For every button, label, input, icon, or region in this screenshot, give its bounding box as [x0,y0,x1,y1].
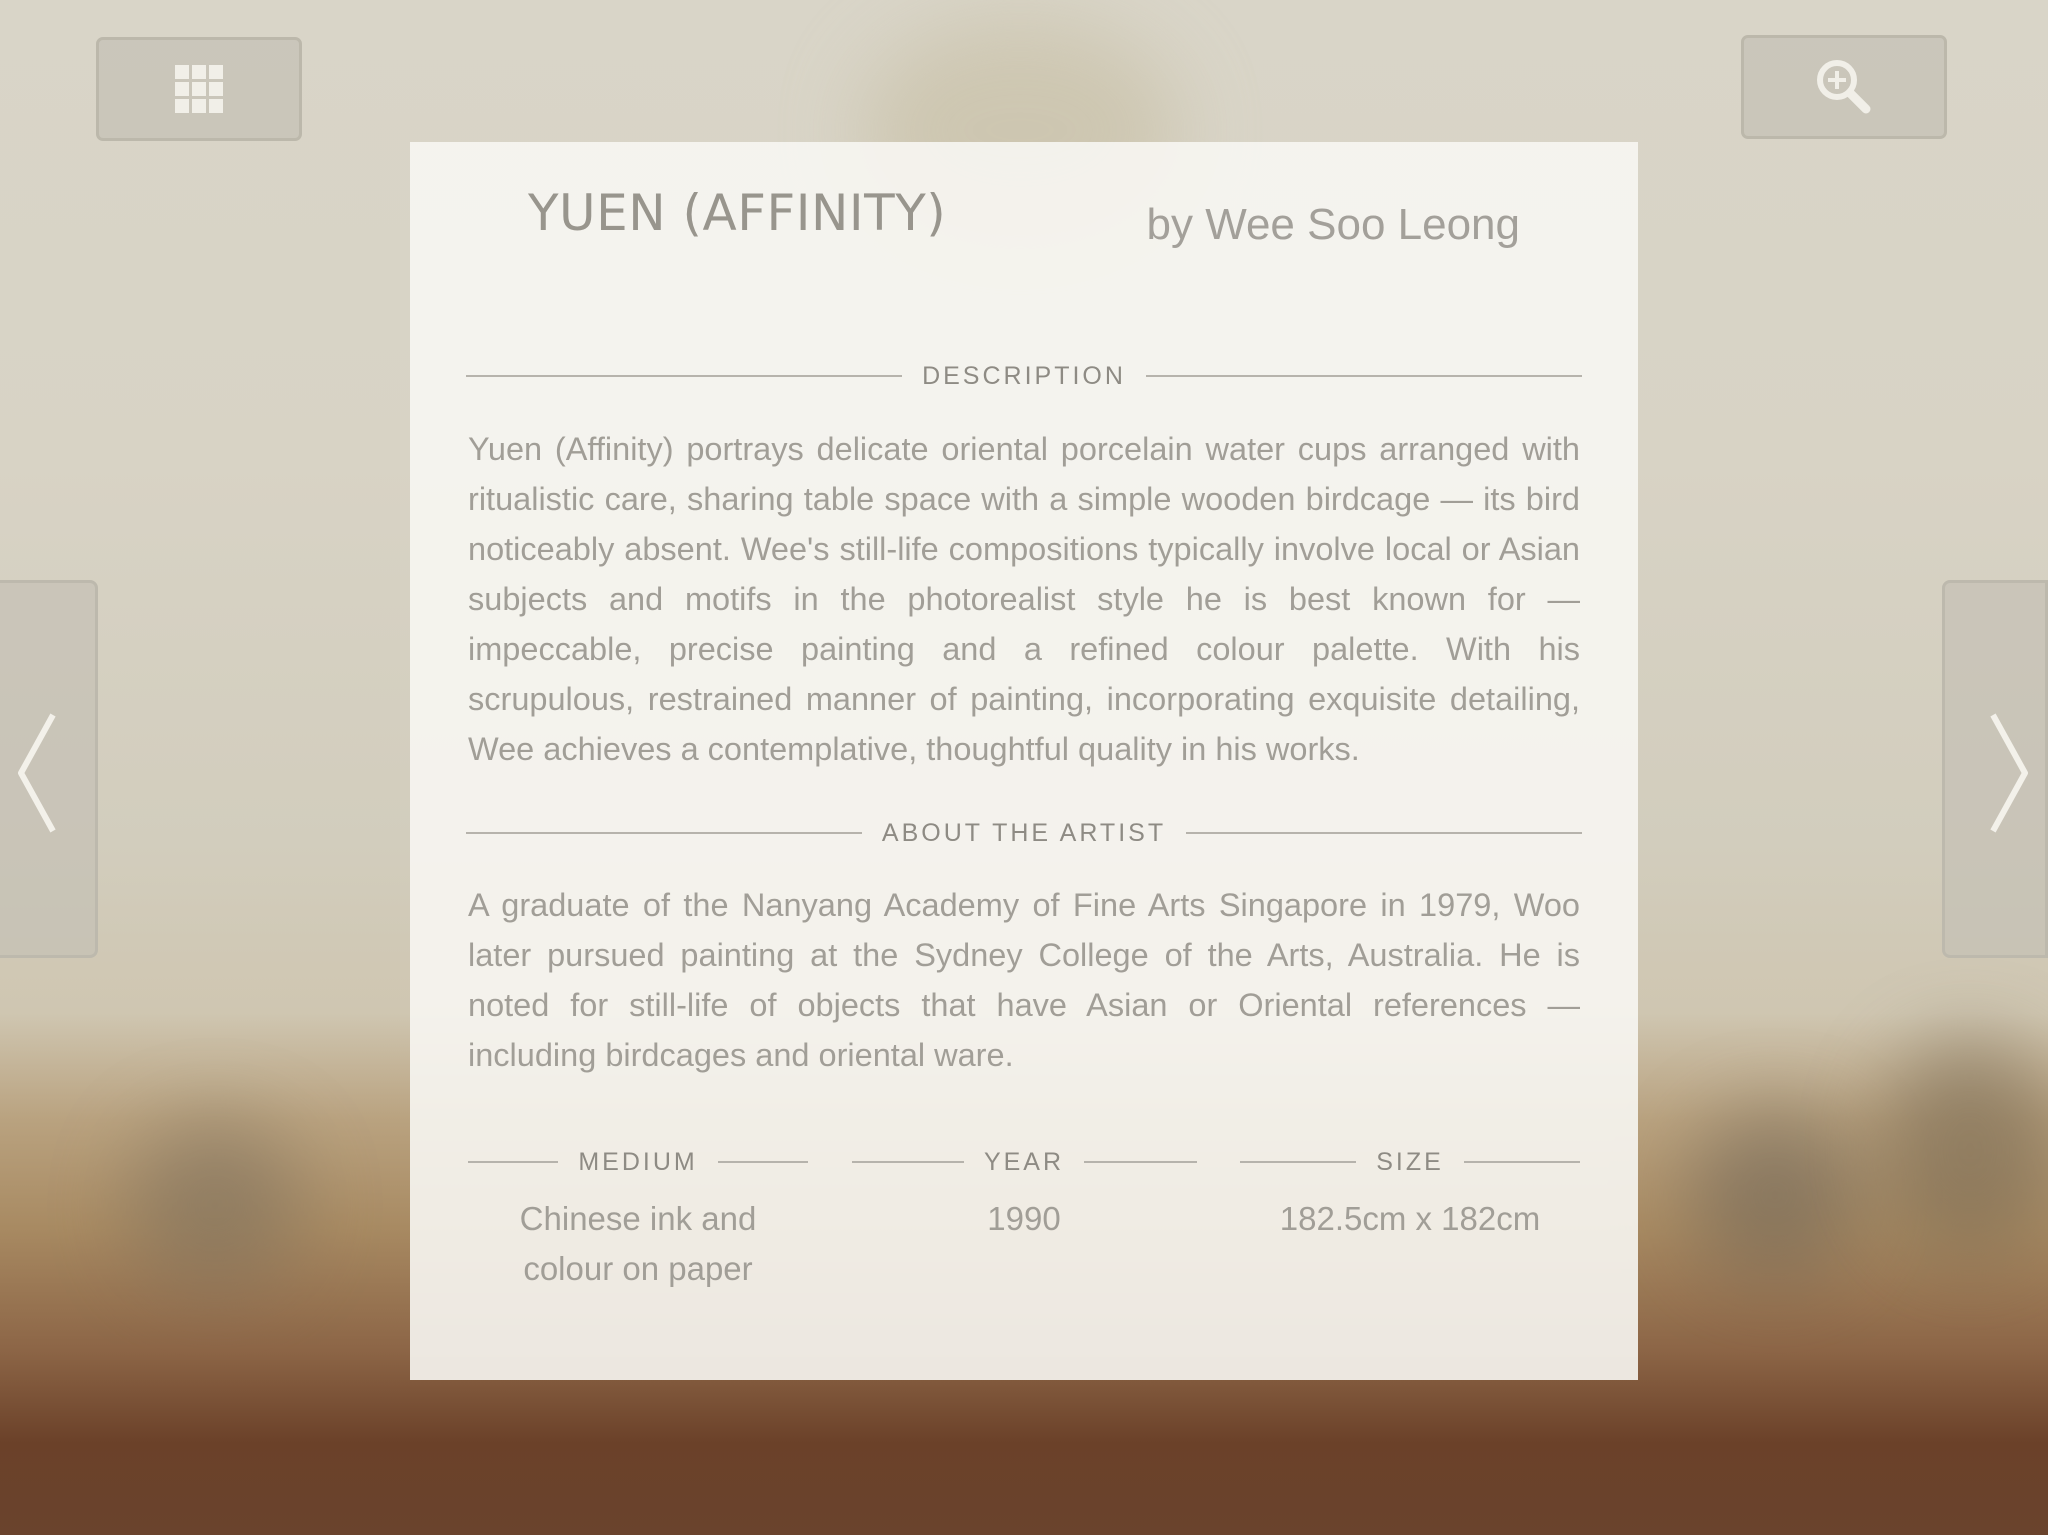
about-artist-heading-label: ABOUT THE ARTIST [881,818,1167,847]
divider [851,1161,964,1163]
year-value: 1990 [987,1200,1061,1237]
medium-value: Chinese ink and colour on paper [519,1200,757,1287]
divider [466,375,903,377]
size-label: SIZE [1376,1147,1444,1176]
chevron-left-icon [18,713,56,833]
zoom-in-button[interactable] [1741,35,1947,139]
background-blur-shape [1880,1040,2048,1260]
size-heading: SIZE [1240,1142,1581,1182]
divider [468,1161,559,1163]
year-detail: YEAR 1990 [851,1142,1197,1294]
about-artist-text: A graduate of the Nanyang Academy of Fin… [468,887,1580,1073]
artwork-title: YUEN (AFFINITY) [528,184,947,242]
artwork-header: YUEN (AFFINITY) by Wee Soo Leong [470,142,1578,362]
artwork-details: MEDIUM Chinese ink and colour on paper Y… [468,1142,1581,1294]
grid-icon [175,65,223,113]
artwork-info-panel: YUEN (AFFINITY) by Wee Soo Leong DESCRIP… [410,142,1638,1380]
grid-view-button[interactable] [96,37,302,141]
divider [1084,1161,1197,1163]
medium-detail: MEDIUM Chinese ink and colour on paper [468,1142,809,1294]
divider [466,832,862,834]
year-heading: YEAR [851,1142,1197,1182]
size-value: 182.5cm x 182cm [1279,1200,1541,1237]
divider [1145,375,1583,377]
background-blur-shape [130,1120,300,1290]
zoom-in-icon [1817,60,1871,114]
divider [1463,1161,1581,1163]
background-blur-shape [1690,1110,1860,1280]
description-heading: DESCRIPTION [466,356,1583,396]
description-text: Yuen (Affinity) portrays delicate orient… [468,431,1580,767]
divider [1186,832,1583,834]
chevron-right-icon [1990,713,2028,833]
next-artwork-button[interactable] [1942,580,2048,958]
previous-artwork-button[interactable] [0,580,98,958]
divider [717,1161,809,1163]
size-detail: SIZE 182.5cm x 182cm [1240,1142,1581,1294]
artist-name: by Wee Soo Leong [1146,200,1520,249]
description-heading-label: DESCRIPTION [922,361,1126,390]
about-artist-heading: ABOUT THE ARTIST [466,813,1583,853]
medium-label: MEDIUM [578,1147,698,1176]
divider [1240,1161,1357,1163]
medium-heading: MEDIUM [468,1142,809,1182]
year-label: YEAR [983,1147,1065,1176]
